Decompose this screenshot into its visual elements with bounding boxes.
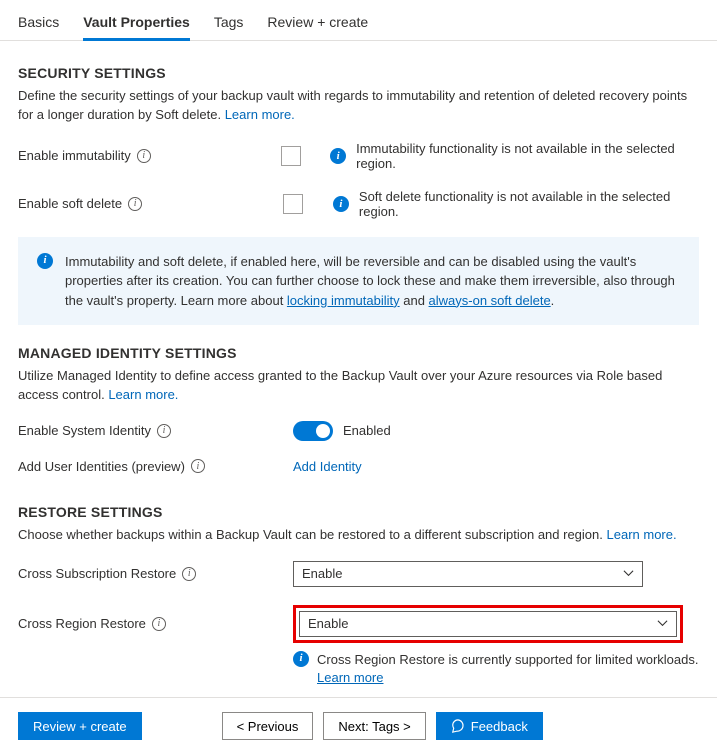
managed-identity-desc: Utilize Managed Identity to define acces… (18, 367, 699, 405)
security-settings-heading: SECURITY SETTINGS (18, 65, 699, 81)
restore-settings-heading: RESTORE SETTINGS (18, 504, 699, 520)
enable-immutability-checkbox[interactable] (281, 146, 301, 166)
footer-bar: Review + create < Previous Next: Tags > … (0, 697, 717, 754)
banner-text-mid: and (400, 293, 429, 308)
locking-immutability-link[interactable]: locking immutability (287, 293, 400, 308)
restore-settings-desc: Choose whether backups within a Backup V… (18, 526, 699, 545)
soft-delete-unavailable-msg: Soft delete functionality is not availab… (359, 189, 699, 219)
content-pane: SECURITY SETTINGS Define the security se… (0, 41, 717, 697)
security-desc-text: Define the security settings of your bac… (18, 88, 687, 122)
info-icon[interactable]: i (152, 617, 166, 631)
enable-immutability-label: Enable immutability (18, 148, 131, 163)
info-badge-icon: i (330, 148, 346, 164)
cross-region-restore-select[interactable]: Enable (299, 611, 677, 637)
next-button[interactable]: Next: Tags > (323, 712, 425, 740)
restore-learn-more-link[interactable]: Learn more. (607, 527, 677, 542)
info-badge-icon: i (37, 253, 53, 269)
system-identity-enabled-text: Enabled (343, 423, 391, 438)
security-learn-more-link[interactable]: Learn more. (225, 107, 295, 122)
security-banner-text: Immutability and soft delete, if enabled… (65, 252, 680, 311)
enable-soft-delete-checkbox[interactable] (283, 194, 303, 214)
enable-immutability-row: Enable immutability i i Immutability fun… (18, 141, 699, 171)
cross-subscription-restore-label: Cross Subscription Restore (18, 566, 176, 581)
restore-desc-text: Choose whether backups within a Backup V… (18, 527, 603, 542)
crr-info-text: Cross Region Restore is currently suppor… (317, 652, 699, 667)
security-settings-desc: Define the security settings of your bac… (18, 87, 699, 125)
add-user-identities-row: Add User Identities (preview) i Add Iden… (18, 459, 699, 474)
select-value: Enable (308, 616, 348, 631)
crr-info-note: i Cross Region Restore is currently supp… (293, 651, 699, 687)
info-icon[interactable]: i (191, 459, 205, 473)
info-badge-icon: i (293, 651, 309, 667)
enable-soft-delete-label: Enable soft delete (18, 196, 122, 211)
select-value: Enable (302, 566, 342, 581)
enable-soft-delete-row: Enable soft delete i i Soft delete funct… (18, 189, 699, 219)
chevron-down-icon (657, 618, 668, 629)
enable-system-identity-label: Enable System Identity (18, 423, 151, 438)
feedback-button[interactable]: Feedback (436, 712, 543, 740)
tab-basics[interactable]: Basics (18, 8, 59, 40)
security-info-banner: i Immutability and soft delete, if enabl… (18, 237, 699, 326)
immutability-unavailable-msg: Immutability functionality is not availa… (356, 141, 699, 171)
cross-subscription-restore-select[interactable]: Enable (293, 561, 643, 587)
managed-identity-heading: MANAGED IDENTITY SETTINGS (18, 345, 699, 361)
banner-text-post: . (551, 293, 555, 308)
review-create-button[interactable]: Review + create (18, 712, 142, 740)
feedback-icon (451, 719, 465, 733)
cross-region-restore-label: Cross Region Restore (18, 616, 146, 631)
feedback-label: Feedback (471, 719, 528, 734)
tab-tags[interactable]: Tags (214, 8, 244, 40)
add-user-identities-label: Add User Identities (preview) (18, 459, 185, 474)
tab-review-create[interactable]: Review + create (267, 8, 368, 40)
enable-system-identity-row: Enable System Identity i Enabled (18, 421, 699, 441)
chevron-down-icon (623, 568, 634, 579)
info-icon[interactable]: i (137, 149, 151, 163)
previous-button[interactable]: < Previous (222, 712, 314, 740)
cross-region-restore-row: Cross Region Restore i Enable (18, 605, 699, 643)
cross-subscription-restore-row: Cross Subscription Restore i Enable (18, 561, 699, 587)
tab-vault-properties[interactable]: Vault Properties (83, 8, 190, 41)
info-icon[interactable]: i (157, 424, 171, 438)
always-on-soft-delete-link[interactable]: always-on soft delete (429, 293, 551, 308)
identity-learn-more-link[interactable]: Learn more. (108, 387, 178, 402)
info-icon[interactable]: i (182, 567, 196, 581)
tab-bar: Basics Vault Properties Tags Review + cr… (0, 0, 717, 41)
crr-learn-more-link[interactable]: Learn more (317, 670, 383, 685)
cross-region-restore-highlight: Enable (293, 605, 683, 643)
add-identity-link[interactable]: Add Identity (293, 459, 362, 474)
info-badge-icon: i (333, 196, 349, 212)
system-identity-toggle[interactable] (293, 421, 333, 441)
info-icon[interactable]: i (128, 197, 142, 211)
